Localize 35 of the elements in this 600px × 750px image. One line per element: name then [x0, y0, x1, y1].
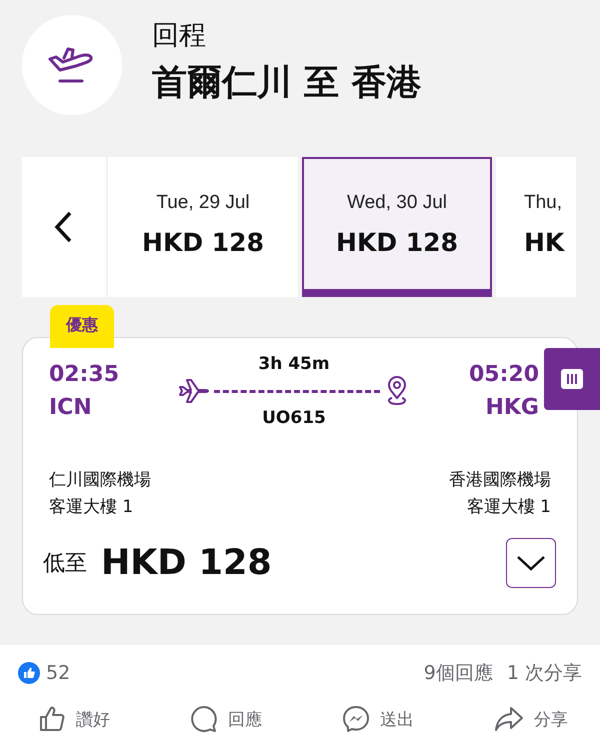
arrival-terminal: 客運大樓 1 — [466, 496, 551, 518]
departure-airport: 仁川國際機場 — [49, 469, 151, 491]
arrival-time: 05:20 — [468, 362, 539, 387]
flight-number: UO615 — [262, 408, 326, 428]
side-tab[interactable] — [544, 348, 600, 410]
date-tab[interactable]: Tue, 29 Jul HKD 128 — [108, 157, 298, 297]
arrival-code: HKG — [485, 395, 539, 420]
messenger-icon — [342, 705, 370, 733]
price-prefix: 低至 — [43, 550, 87, 578]
share-count[interactable]: 1 次分享 — [506, 660, 582, 686]
deal-badge: 優惠 — [50, 305, 114, 348]
plane-icon — [178, 378, 210, 404]
date-tab[interactable]: Wed, 30 Jul HKD 128 — [302, 157, 492, 297]
like-count: 52 — [46, 662, 70, 684]
send-button[interactable]: 送出 — [340, 699, 416, 739]
like-reaction-icon — [18, 662, 40, 684]
expand-button[interactable] — [506, 538, 556, 588]
thumbs-up-icon — [38, 705, 66, 733]
share-button[interactable]: 分享 — [492, 699, 570, 739]
route-title: 首爾仁川 至 香港 — [152, 62, 422, 104]
departure-terminal: 客運大樓 1 — [49, 496, 134, 518]
share-arrow-icon — [494, 705, 524, 733]
page-subtitle: 回程 — [152, 18, 207, 52]
like-button[interactable]: 讚好 — [36, 699, 112, 739]
departure-code: ICN — [49, 395, 93, 420]
fare-price: HKD 128 — [101, 543, 272, 583]
speech-bubble-icon — [190, 705, 218, 733]
date-tab[interactable]: Thu, HK — [496, 157, 576, 297]
comment-button[interactable]: 回應 — [188, 699, 264, 739]
flight-duration: 3h 45m — [258, 354, 330, 374]
arrival-airport: 香港國際機場 — [449, 469, 551, 491]
comment-count[interactable]: 9個回應 — [424, 660, 493, 686]
columns-icon — [561, 369, 583, 389]
chevron-down-icon — [516, 554, 546, 572]
departure-time: 02:35 — [49, 362, 120, 387]
